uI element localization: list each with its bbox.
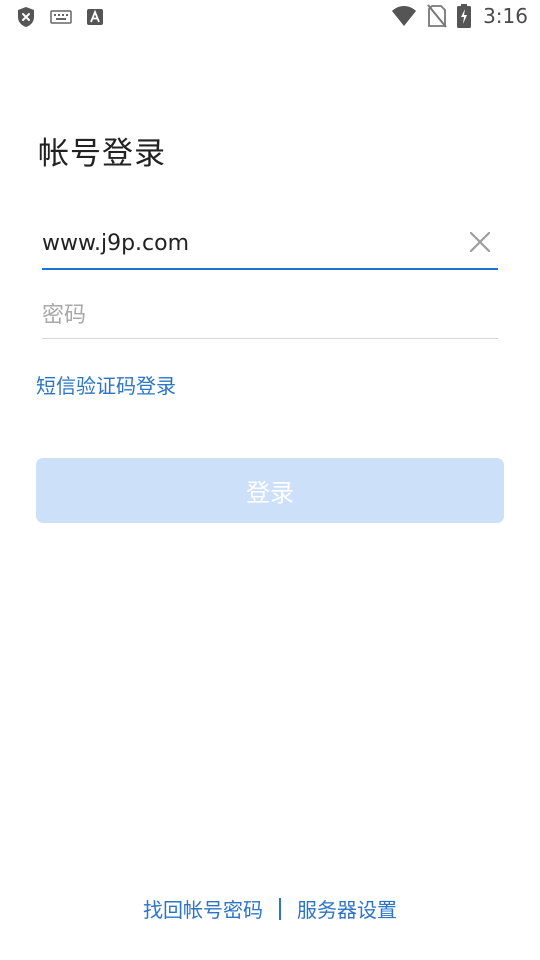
password-input[interactable] [42, 294, 452, 336]
login-button[interactable]: 登录 [36, 458, 504, 523]
account-input[interactable] [42, 222, 452, 264]
status-bar: 3:16 [0, 0, 540, 36]
account-field [42, 222, 498, 270]
password-field [42, 294, 498, 339]
no-sim-icon [427, 4, 447, 28]
sms-login-link[interactable]: 短信验证码登录 [36, 370, 176, 399]
clear-icon[interactable] [468, 230, 492, 254]
page-title: 帐号登录 [38, 136, 166, 172]
battery-charging-icon [457, 4, 472, 28]
recover-account-link[interactable]: 找回帐号密码 [143, 894, 263, 923]
footer-divider [279, 897, 281, 920]
shield-x-icon [16, 6, 36, 28]
status-bar-right: 3:16 [391, 4, 528, 28]
server-settings-link[interactable]: 服务器设置 [297, 894, 397, 923]
footer-links: 找回帐号密码 服务器设置 [0, 894, 540, 923]
text-a-icon [86, 8, 104, 26]
wifi-icon [391, 5, 417, 27]
status-time: 3:16 [483, 4, 528, 28]
keyboard-icon [50, 10, 72, 24]
status-bar-left [16, 6, 104, 28]
